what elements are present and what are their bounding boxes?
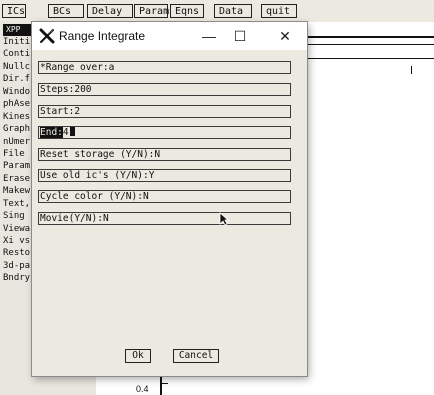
param-button[interactable]: Param (134, 4, 169, 18)
mouse-pointer-icon (219, 212, 229, 226)
reset-storage-field[interactable]: Reset storage (Y/N):N (38, 148, 291, 161)
delay-button[interactable]: Delay (87, 4, 133, 18)
plot-axis-tick (411, 66, 412, 74)
end-field[interactable]: End:4 (38, 126, 291, 139)
plot-frame-line (300, 36, 434, 38)
steps-field[interactable]: Steps:200 (38, 83, 291, 96)
field-value: Y (148, 170, 155, 181)
plot-frame-line (300, 58, 434, 59)
plot-tick-label: 0.4 (136, 384, 149, 394)
xpp-menubar: ICs BCs Delay Param Eqns Data quit (0, 0, 434, 23)
ok-button[interactable]: Ok (125, 349, 151, 363)
eqns-button[interactable]: Eqns (170, 4, 204, 18)
field-label: Use old ic's (Y/N) (40, 170, 143, 181)
dialog-title: Range Integrate (59, 29, 146, 43)
use-old-ics-field[interactable]: Use old ic's (Y/N):Y (38, 169, 291, 182)
field-value: 200 (74, 84, 92, 95)
range-integrate-dialog: Range Integrate — ☐ ✕ *Range over:a Step… (32, 22, 307, 376)
maximize-icon[interactable]: ☐ (230, 26, 250, 46)
field-label: Cycle color (Y/N) (40, 191, 138, 202)
close-icon[interactable]: ✕ (275, 26, 295, 46)
minimize-icon[interactable]: — (199, 26, 219, 46)
field-label: Movie(Y/N) (40, 213, 98, 224)
text-cursor (69, 127, 75, 136)
cycle-color-field[interactable]: Cycle color (Y/N):N (38, 190, 291, 203)
cancel-button[interactable]: Cancel (173, 349, 219, 363)
field-value: a (108, 62, 115, 73)
ics-button[interactable]: ICs (2, 4, 26, 18)
field-value: 4 (62, 127, 69, 138)
bcs-button[interactable]: BCs (48, 4, 84, 18)
quit-button[interactable]: quit (261, 4, 297, 18)
field-value: 2 (74, 106, 81, 117)
field-label: *Range over (40, 62, 103, 73)
plot-frame-line (300, 44, 434, 45)
field-value: N (142, 191, 149, 202)
field-label: Reset storage (Y/N) (40, 149, 149, 160)
field-label: End: (40, 127, 63, 138)
xpp-app-icon (39, 28, 55, 44)
movie-field[interactable]: Movie(Y/N):N (38, 212, 291, 225)
range-over-field[interactable]: *Range over:a (38, 61, 291, 74)
plot-y-axis (160, 375, 162, 395)
data-button[interactable]: Data (214, 4, 252, 18)
dialog-titlebar[interactable]: Range Integrate — ☐ ✕ (32, 22, 307, 50)
start-field[interactable]: Start:2 (38, 105, 291, 118)
field-value: N (102, 213, 109, 224)
field-value: N (154, 149, 161, 160)
plot-axis-tick (160, 383, 168, 384)
field-label: Start (40, 106, 69, 117)
field-label: Steps (40, 84, 69, 95)
